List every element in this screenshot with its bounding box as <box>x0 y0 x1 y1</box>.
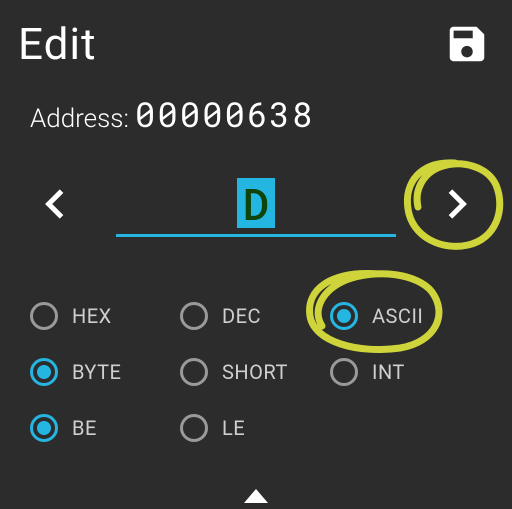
radio-dec[interactable]: DEC <box>180 302 330 330</box>
page-title: Edit <box>18 18 97 70</box>
radio-hex[interactable]: HEX <box>30 302 180 330</box>
radio-label: SHORT <box>222 360 288 384</box>
radio-ascii[interactable]: ASCII <box>330 302 480 330</box>
save-button[interactable] <box>444 21 490 67</box>
radio-short[interactable]: SHORT <box>180 358 330 386</box>
value-input[interactable]: D <box>116 171 396 237</box>
radio-label: LE <box>222 416 245 440</box>
address-value: 00000638 <box>135 92 314 137</box>
radio-label: BYTE <box>72 360 121 384</box>
prev-button[interactable] <box>24 173 86 235</box>
triangle-up-icon <box>244 489 268 503</box>
chevron-right-icon <box>438 185 476 223</box>
radio-byte[interactable]: BYTE <box>30 358 180 386</box>
radio-label: INT <box>372 360 405 384</box>
expand-up-button[interactable] <box>0 469 512 509</box>
radio-label: HEX <box>72 304 112 328</box>
radio-label: ASCII <box>372 304 423 328</box>
radio-be[interactable]: BE <box>30 414 180 442</box>
value-text: D <box>239 174 273 232</box>
chevron-left-icon <box>36 185 74 223</box>
options-panel: HEX DEC ASCII BYTE SHORT INT BE <box>30 288 482 456</box>
radio-label: DEC <box>222 304 261 328</box>
address-label: Address: <box>30 104 129 134</box>
radio-label: BE <box>72 416 97 440</box>
radio-int[interactable]: INT <box>330 358 480 386</box>
next-button[interactable] <box>426 173 488 235</box>
radio-le[interactable]: LE <box>180 414 330 442</box>
